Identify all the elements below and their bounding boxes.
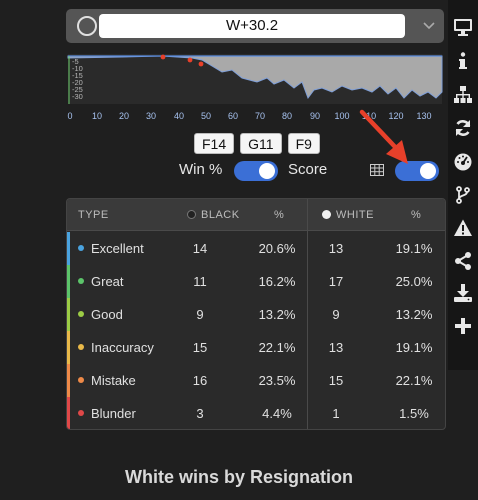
gauge-icon[interactable] xyxy=(448,146,478,176)
x-tick: 100 xyxy=(334,111,349,121)
table-row: Good 9 13.2% 9 13.2% xyxy=(67,298,445,331)
row-white-percent: 19.1% xyxy=(395,340,433,355)
row-color-bar xyxy=(67,265,70,298)
toggle-knob xyxy=(420,163,436,179)
row-type: Inaccuracy xyxy=(91,340,154,355)
x-tick: 50 xyxy=(201,111,211,121)
table-header: TYPE BLACK % WHITE % xyxy=(67,199,445,231)
row-color-bar xyxy=(67,364,70,397)
row-color-dot xyxy=(78,245,84,251)
share-icon[interactable] xyxy=(448,246,478,276)
header-white: WHITE xyxy=(322,209,374,221)
move-buttons: F14 G11 F9 xyxy=(194,133,320,154)
info-icon[interactable] xyxy=(448,46,478,76)
x-tick: 130 xyxy=(416,111,431,121)
x-tick: 40 xyxy=(174,111,184,121)
black-stone-icon xyxy=(187,210,196,219)
header-white-percent: % xyxy=(411,209,422,221)
win-score-toggle[interactable] xyxy=(234,161,278,181)
row-white-percent: 22.1% xyxy=(395,373,433,388)
refresh-icon[interactable] xyxy=(448,113,478,143)
row-white-count: 15 xyxy=(328,373,344,388)
row-black-count: 3 xyxy=(196,406,204,421)
right-toolbar xyxy=(448,0,478,370)
row-white-percent: 25.0% xyxy=(395,274,433,289)
row-white-count: 1 xyxy=(332,406,340,421)
row-type: Mistake xyxy=(91,373,136,388)
row-type: Great xyxy=(91,274,124,289)
branch-icon[interactable] xyxy=(448,180,478,210)
row-white-count: 17 xyxy=(328,274,344,289)
plus-icon[interactable] xyxy=(448,311,478,341)
row-white-count: 13 xyxy=(328,340,344,355)
row-color-dot xyxy=(78,278,84,284)
row-black-count: 14 xyxy=(192,241,208,256)
row-black-percent: 22.1% xyxy=(258,340,296,355)
row-black-percent: 4.4% xyxy=(262,406,292,421)
y-tick: -30 xyxy=(72,92,83,101)
player-circle-icon xyxy=(77,16,97,36)
row-white-percent: 13.2% xyxy=(395,307,433,322)
blunder-marker xyxy=(187,57,193,63)
x-tick: 80 xyxy=(282,111,292,121)
x-tick: 60 xyxy=(228,111,238,121)
row-color-dot xyxy=(78,377,84,383)
row-type: Excellent xyxy=(91,241,144,256)
blunder-marker xyxy=(160,54,166,60)
row-white-percent: 1.5% xyxy=(399,406,429,421)
warning-icon[interactable] xyxy=(448,213,478,243)
monitor-icon[interactable] xyxy=(448,12,478,42)
move-button-f9[interactable]: F9 xyxy=(287,133,320,154)
move-quality-table: TYPE BLACK % WHITE % Excellent 14 20.6% 13 1… xyxy=(66,198,446,430)
toggle-knob xyxy=(259,163,275,179)
row-color-bar xyxy=(67,331,70,364)
header-black-percent: % xyxy=(274,209,285,221)
x-tick: 10 xyxy=(92,111,102,121)
sitemap-icon[interactable] xyxy=(448,80,478,110)
header-type: TYPE xyxy=(78,209,109,221)
table-row: Blunder 3 4.4% 1 1.5% xyxy=(67,397,445,429)
row-black-count: 9 xyxy=(196,307,204,322)
white-stone-icon xyxy=(322,210,331,219)
row-type: Blunder xyxy=(91,406,136,421)
row-white-count: 13 xyxy=(328,241,344,256)
row-color-bar xyxy=(67,397,70,429)
row-black-percent: 23.5% xyxy=(258,373,296,388)
row-white-count: 9 xyxy=(332,307,340,322)
row-black-count: 15 xyxy=(192,340,208,355)
move-button-f14[interactable]: F14 xyxy=(194,133,235,154)
row-color-dot xyxy=(78,311,84,317)
score-selector[interactable]: W+30.2 xyxy=(66,9,444,43)
game-result: White wins by Resignation xyxy=(124,467,353,487)
x-tick: 20 xyxy=(119,111,129,121)
move-button-g11[interactable]: G11 xyxy=(240,133,282,154)
x-tick: 70 xyxy=(255,111,265,121)
row-black-count: 16 xyxy=(192,373,208,388)
row-white-percent: 19.1% xyxy=(395,241,433,256)
row-color-bar xyxy=(67,232,70,265)
score-value: W+30.2 xyxy=(99,14,405,38)
win-percent-label: Win % xyxy=(179,161,223,178)
table-row: Excellent 14 20.6% 13 19.1% xyxy=(67,232,445,265)
download-icon[interactable] xyxy=(448,278,478,308)
row-color-bar xyxy=(67,298,70,331)
x-tick: 90 xyxy=(310,111,320,121)
table-row: Inaccuracy 15 22.1% 13 19.1% xyxy=(67,331,445,364)
row-type: Good xyxy=(91,307,123,322)
chevron-down-icon xyxy=(423,22,435,30)
x-tick: 0 xyxy=(67,111,72,121)
row-black-percent: 13.2% xyxy=(258,307,296,322)
x-tick: 30 xyxy=(146,111,156,121)
row-black-percent: 20.6% xyxy=(258,241,296,256)
row-black-percent: 16.2% xyxy=(258,274,296,289)
table-row: Mistake 16 23.5% 15 22.1% xyxy=(67,364,445,397)
row-color-dot xyxy=(78,410,84,416)
table-row: Great 11 16.2% 17 25.0% xyxy=(67,265,445,298)
blunder-marker xyxy=(198,61,204,67)
annotation-arrow xyxy=(359,109,408,164)
score-label: Score xyxy=(288,161,328,178)
row-black-count: 11 xyxy=(193,274,207,289)
header-black: BLACK xyxy=(187,209,240,221)
row-color-dot xyxy=(78,344,84,350)
